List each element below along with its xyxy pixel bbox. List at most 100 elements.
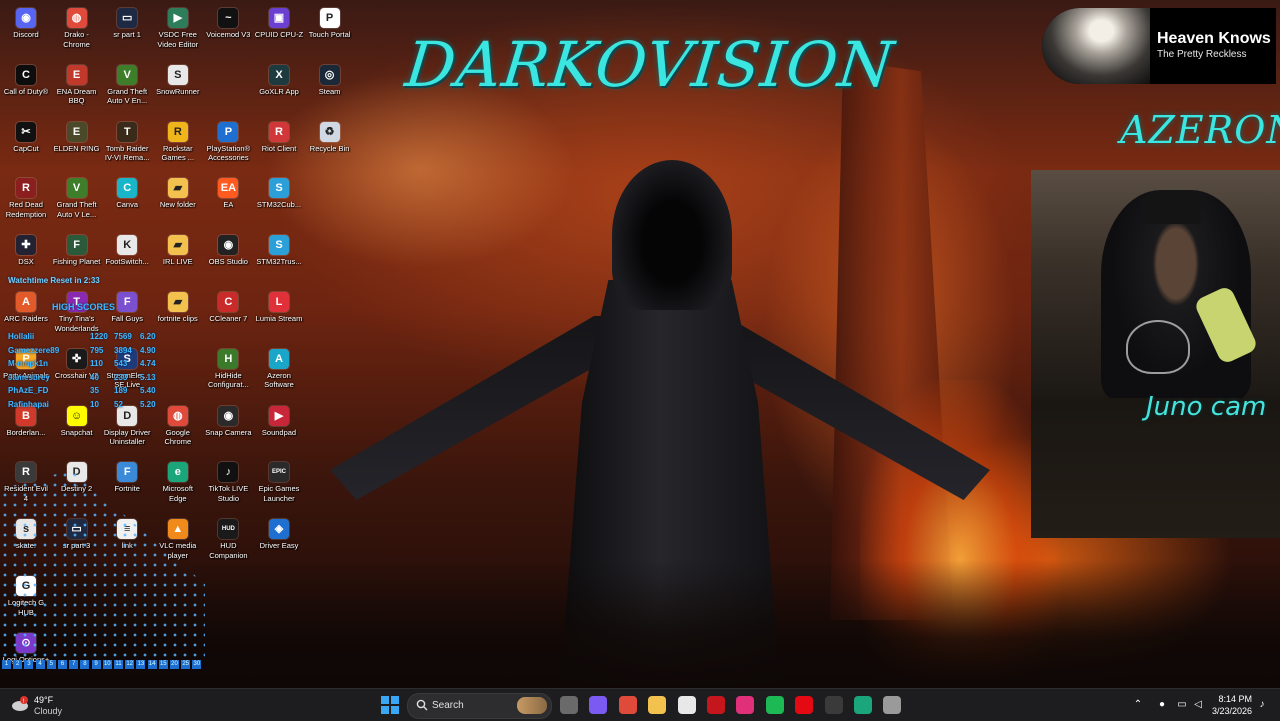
epic-games-icon: EPIC	[269, 462, 289, 483]
desktop-icon[interactable]: ◉ Discord	[1, 2, 51, 56]
desktop-icon-label: Recycle Bin	[309, 143, 350, 153]
copilot-icon[interactable]	[589, 696, 608, 714]
desktop-icon[interactable]: ◍ Google Chrome	[153, 400, 203, 454]
desktop-icon[interactable]: L Lumia Stream	[254, 286, 304, 340]
tomb-raider-icon: T	[117, 121, 138, 142]
taskbar-search[interactable]: Search	[407, 693, 552, 719]
desktop-icon-label: Red Dead Redemption	[5, 200, 47, 219]
folder-icon[interactable]	[648, 696, 667, 714]
desktop-icon[interactable]: ◎ Steam	[305, 59, 355, 113]
desktop-icon[interactable]: ◉ OBS Studio	[203, 229, 253, 283]
spotify-icon[interactable]	[765, 696, 784, 714]
desktop-icon-label: Snapchat	[60, 427, 93, 437]
desktop-icon-label: Borderlan...	[6, 427, 46, 437]
desktop-icon[interactable]: C CCleaner 7	[203, 286, 253, 340]
netflix-icon[interactable]	[795, 696, 814, 714]
location-app-icon[interactable]	[736, 696, 755, 714]
hud-number: 4	[35, 660, 45, 669]
desktop-icon[interactable]: ▭ sr part 1	[102, 2, 152, 56]
desktop-icon[interactable]: T Tomb Raider IV-VI Rema...	[102, 116, 152, 170]
desktop-icon[interactable]: EPIC Epic Games Launcher	[254, 456, 304, 510]
desktop-icon[interactable]: H HidHide Configurat...	[203, 343, 253, 397]
desktop-icon[interactable]: S STM32Trus...	[254, 229, 304, 283]
microphone-icon[interactable]: ●	[1156, 699, 1168, 711]
desktop-icon[interactable]: ▶ VSDC Free Video Editor	[153, 2, 203, 56]
desktop-icon-label: IRL LIVE	[162, 257, 193, 267]
desktop-icon[interactable]: R Red Dead Redemption	[1, 172, 51, 226]
desktop-icon-label: Lumia Stream	[255, 314, 303, 323]
folder-icon: ▰	[167, 178, 188, 199]
desktop-icon[interactable]: ♪ TikTok LIVE Studio	[203, 456, 253, 510]
desktop-icon-label: Tomb Raider IV-VI Rema...	[104, 143, 150, 163]
desktop-icon[interactable]: ▰ IRL LIVE	[153, 229, 203, 283]
clock-time[interactable]: 8:14 PM	[1212, 694, 1252, 704]
desktop-icon[interactable]: F Fortnite	[102, 456, 152, 510]
hidhide-icon: H	[218, 348, 239, 369]
desktop-icon[interactable]: V Grand Theft Auto V Le...	[52, 172, 102, 226]
track-title: Heaven Knows	[1157, 30, 1271, 47]
desktop-icon[interactable]: ▶ Soundpad	[254, 400, 304, 454]
player-name: Hollalii	[8, 332, 35, 341]
cpuz-icon: ▣	[269, 8, 289, 28]
chrome-icon[interactable]	[618, 696, 637, 714]
desktop-icon[interactable]: P PlayStation® Accessories	[203, 116, 253, 170]
edge-icon[interactable]	[854, 696, 872, 714]
desktop-icon[interactable]: ◈ Driver Easy	[254, 513, 304, 567]
call-of-duty-icon: C	[16, 64, 36, 85]
score-value: 1220	[90, 332, 108, 341]
cloud-alert-icon: !	[12, 696, 28, 711]
gta-icon: V	[66, 178, 87, 199]
weather-widget[interactable]: ! 49°F Cloudy	[10, 693, 100, 719]
desktop-icon[interactable]: e Microsoft Edge	[153, 456, 203, 510]
desktop-icon[interactable]: E ELDEN RING	[52, 116, 102, 170]
desktop-icon[interactable]: S STM32Cub...	[254, 172, 304, 226]
fishing-planet-icon: F	[66, 235, 87, 256]
desktop-icon-label: Snap Camera	[205, 427, 252, 437]
score-value: 7569	[114, 332, 132, 341]
desktop-icon[interactable]: ◉ Snap Camera	[203, 400, 253, 454]
plague-doctor-hood	[612, 160, 732, 310]
hud-number: 15	[158, 660, 168, 669]
desktop-icon[interactable]: ♻ Recycle Bin	[305, 116, 355, 170]
capcut-icon: ✂	[16, 121, 36, 142]
store-icon[interactable]	[677, 696, 696, 714]
clock-date[interactable]: 3/23/2026	[1202, 706, 1252, 716]
desktop-icon[interactable]: ▰ fortnite clips	[153, 286, 203, 340]
network-icon[interactable]: ▭	[1176, 699, 1188, 711]
desktop-icon[interactable]: ◍ Drako - Chrome	[52, 2, 102, 56]
footswitch-icon: K	[117, 235, 138, 256]
desktop-icon[interactable]: ▰ New folder	[153, 172, 203, 226]
chevron-up-icon[interactable]: ⌃	[1132, 699, 1144, 711]
player-name: M-nmpk1n	[8, 359, 48, 368]
desktop-icon-label: HidHide Configurat...	[207, 370, 249, 390]
notification-bell-icon[interactable]: ♪	[1256, 699, 1268, 711]
album-art	[1042, 8, 1150, 84]
obs-recording-icon[interactable]	[883, 696, 902, 714]
desktop-icon[interactable]: E ENA Dream BBQ	[52, 59, 102, 113]
desktop-icon[interactable]: S SnowRunner	[153, 59, 203, 113]
xbox-icon[interactable]	[824, 696, 843, 714]
desktop-icon[interactable]: C Call of Duty®	[1, 59, 51, 113]
desktop-icon[interactable]: A Azeron Software	[254, 343, 304, 397]
hud-number: 20	[170, 660, 179, 669]
desktop-icon[interactable]: C Canva	[102, 172, 152, 226]
start-button[interactable]	[381, 696, 399, 714]
file-explorer-icon[interactable]	[560, 696, 578, 714]
desktop-icon[interactable]: ~ Voicemod V3	[203, 2, 253, 56]
desktop-icon[interactable]: X GoXLR App	[254, 59, 304, 113]
desktop-icon[interactable]: R Rockstar Games ...	[153, 116, 203, 170]
weather-temperature: 49°F	[34, 695, 54, 705]
fortnite-icon: F	[117, 462, 138, 483]
score-value: 5.40	[140, 386, 156, 395]
desktop-icon-label: Microsoft Edge	[162, 484, 193, 503]
desktop-icon[interactable]: ✂ CapCut	[1, 116, 51, 170]
desktop-icon[interactable]: R Riot Client	[254, 116, 304, 170]
red-app-icon[interactable]	[707, 696, 725, 714]
hud-number: 5	[46, 660, 56, 669]
desktop-icon[interactable]: ▣ CPUID CPU-Z	[254, 2, 304, 56]
desktop-icon[interactable]: P Touch Portal	[305, 2, 355, 56]
desktop-icon[interactable]: V Grand Theft Auto V En...	[102, 59, 152, 113]
desktop-icon[interactable]: HUD HUD Companion	[203, 513, 253, 567]
desktop-icon[interactable]: EA EA	[203, 172, 253, 226]
webcam-feed	[1031, 170, 1280, 398]
